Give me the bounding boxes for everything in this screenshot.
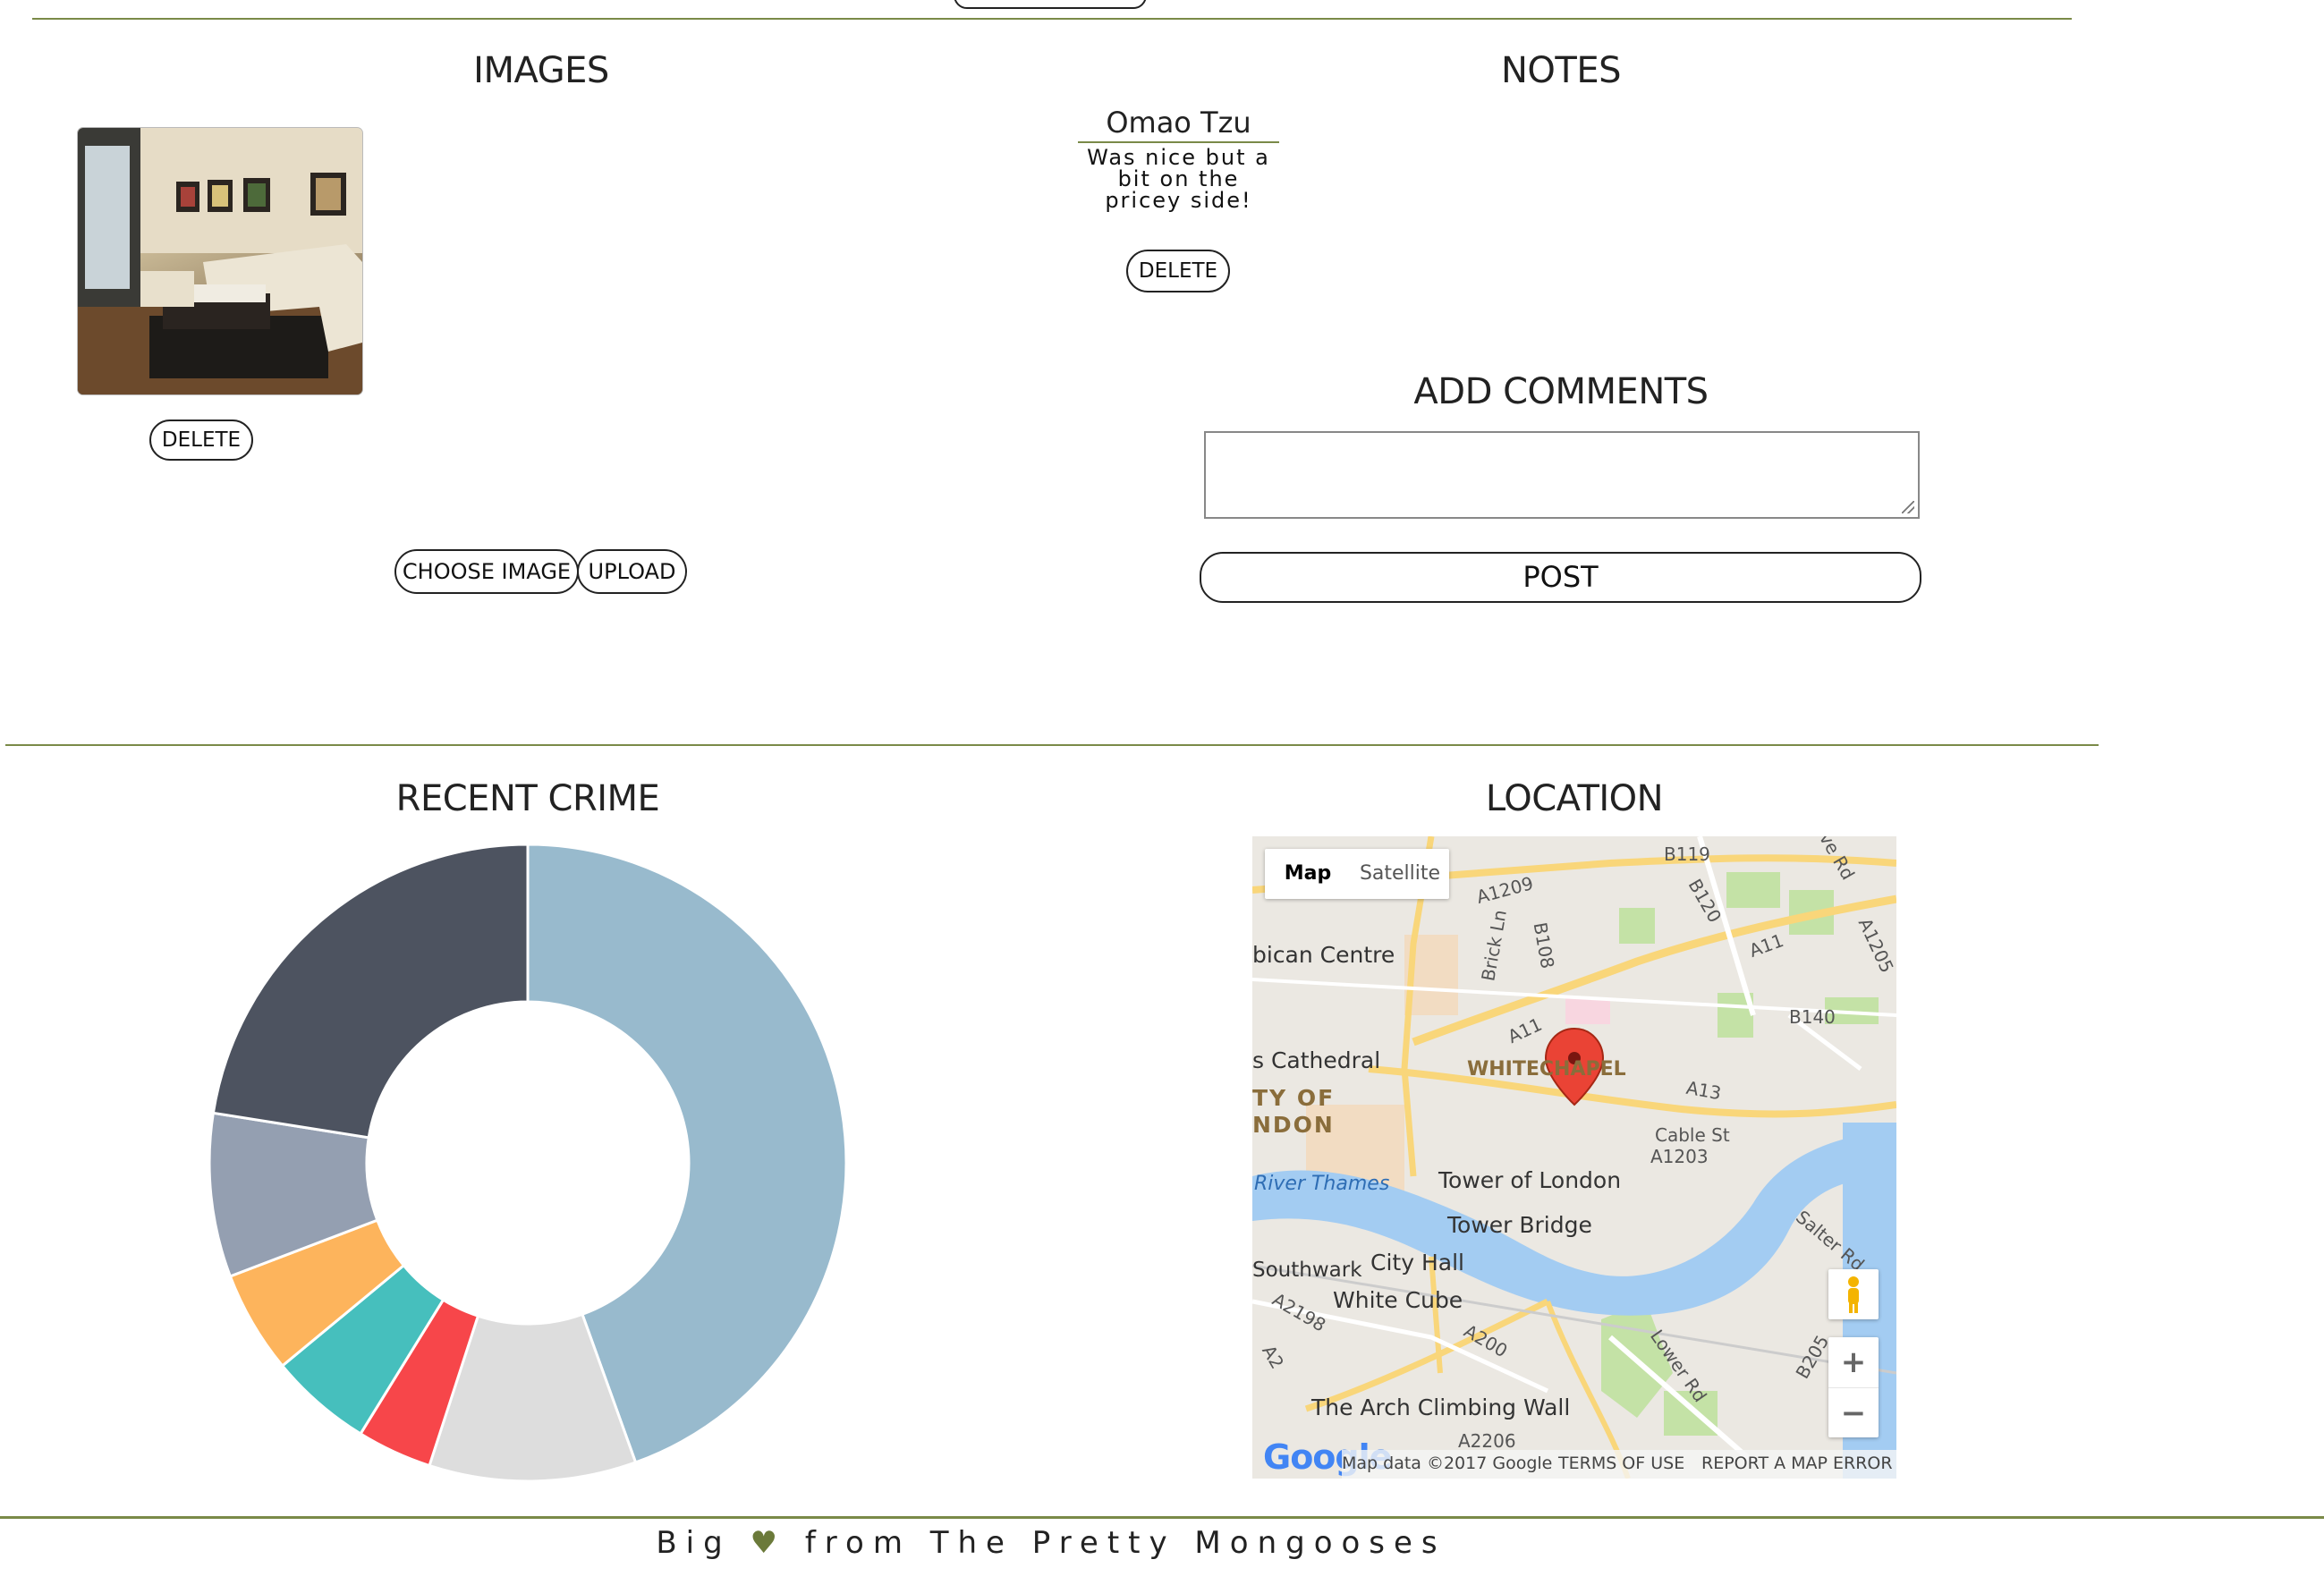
place-tower: Tower of London [1438, 1167, 1622, 1193]
note-text: Was nice but a bit on the pricey side! [1087, 145, 1270, 213]
place-cityhall: City Hall [1370, 1250, 1464, 1276]
room-image [78, 128, 362, 394]
place-thames: River Thames [1254, 1173, 1390, 1195]
place-southwark: Southwark [1252, 1259, 1362, 1282]
map-tab[interactable]: Map [1265, 849, 1351, 899]
crime-donut-chart [208, 843, 848, 1483]
donut-slice-6[interactable] [211, 843, 530, 1140]
images-heading: IMAGES [473, 50, 609, 91]
report-error-link[interactable]: REPORT A MAP ERROR [1701, 1454, 1893, 1473]
map-base [1252, 836, 1896, 1479]
place-cathedral: s Cathedral [1252, 1047, 1381, 1073]
place-city-1: TY OF [1252, 1085, 1336, 1111]
recent-crime-heading: RECENT CRIME [395, 778, 660, 819]
add-comments-heading: ADD COMMENTS [1413, 371, 1709, 412]
street-cable: Cable St [1655, 1124, 1730, 1146]
zoom-in-button[interactable]: + [1828, 1337, 1879, 1387]
divider-footer [0, 1516, 2324, 1519]
satellite-tab[interactable]: Satellite [1351, 849, 1449, 899]
choose-image-button[interactable]: CHOOSE IMAGE [394, 549, 579, 594]
footer-text-left: Big [656, 1525, 732, 1561]
location-map[interactable]: Map Satellite bican Centre s Cathedral W… [1252, 836, 1896, 1479]
delete-image-button[interactable]: DELETE [149, 420, 253, 461]
terms-link[interactable]: TERMS OF USE [1558, 1454, 1684, 1473]
road-label: A1203 [1650, 1146, 1709, 1167]
place-city-2: NDON [1252, 1112, 1335, 1138]
divider-middle [5, 744, 2099, 746]
road-label: B119 [1664, 843, 1710, 865]
place-whitecube: White Cube [1333, 1287, 1463, 1313]
pegman-icon[interactable] [1828, 1269, 1879, 1319]
map-attribution: Map data ©2017 Google [1342, 1454, 1553, 1473]
notes-heading: NOTES [1500, 50, 1622, 91]
divider-top [32, 18, 2072, 20]
road-label: B140 [1789, 1006, 1836, 1028]
footer-text-right: from The Pretty Mongooses [804, 1525, 1446, 1561]
zoom-out-button[interactable]: − [1828, 1387, 1879, 1437]
heart-icon: ♥ [750, 1525, 786, 1561]
comment-textarea[interactable] [1204, 431, 1920, 519]
top-button-partial[interactable] [954, 0, 1147, 9]
location-heading: LOCATION [1485, 778, 1664, 819]
post-button[interactable]: POST [1200, 552, 1921, 603]
road-label: A2206 [1458, 1430, 1516, 1452]
place-barbican: bican Centre [1252, 942, 1395, 968]
upload-button[interactable]: UPLOAD [577, 549, 687, 594]
place-arch: The Arch Climbing Wall [1311, 1394, 1571, 1420]
footer-credit: Big ♥ from The Pretty Mongooses [0, 1525, 2102, 1561]
note-author: Omao Tzu [1078, 106, 1279, 143]
place-bridge: Tower Bridge [1447, 1212, 1592, 1238]
place-whitechapel: WHITECHAPEL [1467, 1058, 1626, 1081]
resize-handle-icon[interactable] [1902, 501, 1914, 513]
delete-note-button[interactable]: DELETE [1126, 250, 1230, 292]
